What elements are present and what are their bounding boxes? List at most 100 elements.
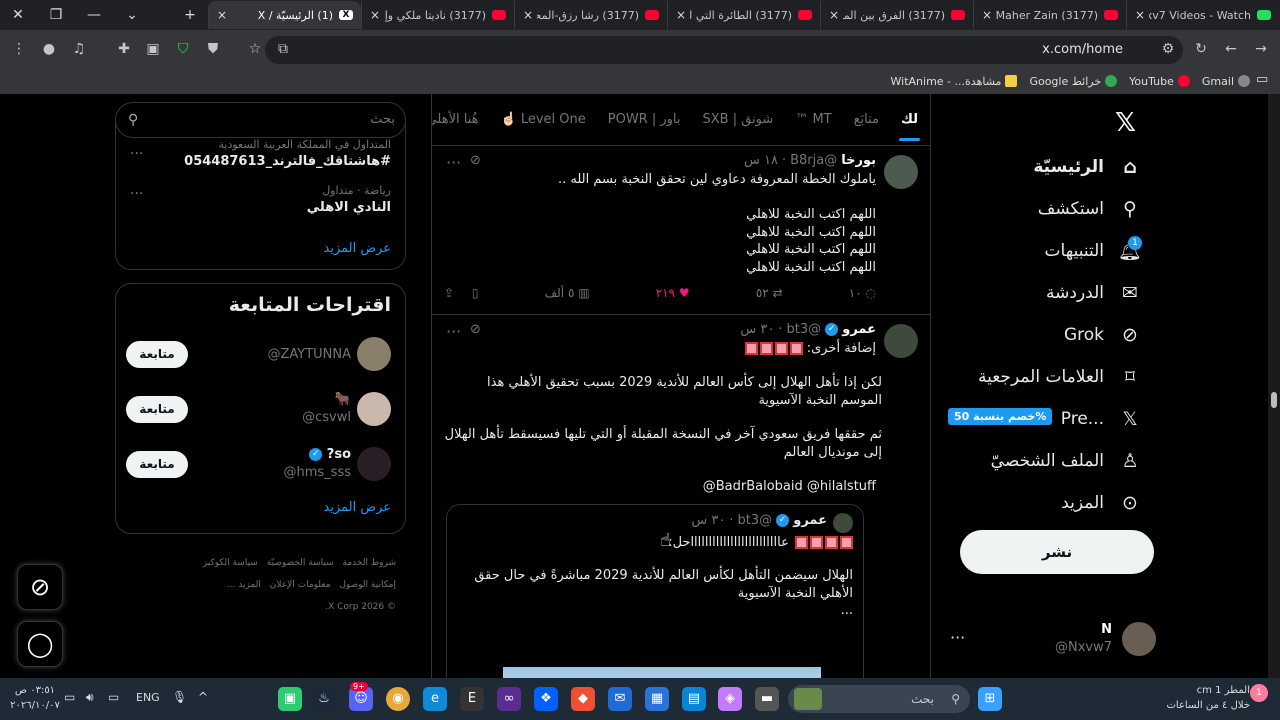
nav-premium[interactable]: 𝕏 ...Pre	[1061, 402, 1142, 436]
more-icon[interactable]: ···	[446, 322, 461, 341]
footer-link[interactable]: سياسة الكوكيز	[203, 558, 258, 568]
bookmark-button[interactable]: ▯ ⇪	[444, 286, 479, 306]
chrome-icon[interactable]: ◉	[386, 687, 410, 711]
tab-list[interactable]: MT ™	[795, 112, 831, 127]
avatar[interactable]	[833, 513, 853, 533]
adblock-icon[interactable]: ⛊	[202, 38, 224, 60]
install-app-icon[interactable]: ⧉	[272, 38, 294, 60]
nav-more[interactable]: ⊙ المزيد	[1061, 486, 1142, 520]
footer-link[interactable]: المزيد ...	[227, 580, 261, 590]
account-switcher[interactable]: N @Nxvw7 ···	[942, 616, 1172, 662]
close-icon[interactable]: ×	[1135, 8, 1145, 22]
tab-list[interactable]: Level One ☝🏻	[501, 112, 586, 127]
taskbar-clock[interactable]: ٠٣:٥١ ص ٢٠٢٦/١٠/٠٧	[10, 683, 60, 713]
show-more-link[interactable]: عرض المزيد	[324, 500, 391, 515]
tab-maher-zain[interactable]: (3177) Maher Zain & ×	[973, 1, 1126, 29]
suggestion-row[interactable]: @ZAYTUNNA متابعة	[126, 337, 391, 377]
footer-link[interactable]: سياسة الخصوصيّة	[267, 558, 334, 568]
close-icon[interactable]: ×	[982, 8, 992, 22]
nav-bookmarks[interactable]: ⌑ العلامات المرجعية	[978, 360, 1142, 394]
omnibox[interactable]: x.com/home	[265, 36, 1183, 64]
steam-icon[interactable]: ♨	[312, 687, 336, 711]
window-restore-button[interactable]: ❐	[38, 0, 74, 30]
scrollbar-thumb[interactable]	[1271, 392, 1277, 408]
avatar[interactable]	[357, 392, 391, 426]
network-icon[interactable]: ▭	[108, 690, 119, 704]
reload-icon[interactable]: ↻	[1190, 38, 1212, 60]
grok-icon[interactable]: ⊘	[470, 322, 481, 337]
git-icon[interactable]: ◆	[571, 687, 595, 711]
post-button[interactable]: نشر	[960, 530, 1154, 574]
store-icon[interactable]: ▦	[645, 687, 669, 711]
taskbar-search[interactable]: بحث ⚲	[788, 685, 970, 713]
author-name[interactable]: عمرو	[842, 322, 876, 337]
bookmark-youtube[interactable]: YouTube	[1129, 75, 1190, 88]
share-icon[interactable]: ⇪	[444, 286, 454, 300]
follow-button[interactable]: متابعة	[126, 451, 188, 478]
suggestion-row[interactable]: so? ✓ @hms_sss متابعة	[126, 447, 391, 487]
tab-youtube-3[interactable]: (3177) الفرق بين الملا ×	[820, 1, 973, 29]
outlook-icon[interactable]: ✉	[608, 687, 632, 711]
tab-list[interactable]: هُنا الأهلي	[432, 112, 479, 127]
copilot-icon[interactable]: ◈	[718, 687, 742, 711]
reply-button[interactable]: ◌ ١٠	[849, 286, 876, 306]
bookmarks-folder-icon[interactable]: ▭	[1256, 72, 1268, 87]
file-explorer-icon[interactable]: ▬	[755, 687, 779, 711]
bookmark-star-icon[interactable]: ☆	[244, 38, 266, 60]
more-icon[interactable]: ···	[446, 153, 461, 172]
author-handle[interactable]: @bt3	[786, 322, 821, 337]
close-icon[interactable]: ×	[676, 8, 686, 22]
epic-games-icon[interactable]: E	[460, 687, 484, 711]
chat-float-icon[interactable]: ◯	[17, 621, 63, 667]
menu-icon[interactable]: ⋮	[8, 38, 30, 60]
xbox-app-icon[interactable]: ▣	[278, 687, 302, 711]
forward-icon[interactable]: ←	[1220, 38, 1242, 60]
extension-icon[interactable]: ▣	[142, 38, 164, 60]
tab-youtube-4[interactable]: (3177) الطائرة التي لم ×	[667, 1, 820, 29]
follow-button[interactable]: متابعة	[126, 341, 188, 368]
premium-discount-badge[interactable]: %خصم بنسبة 50	[948, 408, 1053, 425]
nav-chat[interactable]: ✉ الدردشة	[1046, 276, 1142, 310]
shield-icon[interactable]: ⛉	[172, 38, 194, 60]
nav-grok[interactable]: ⊘ Grok	[1064, 318, 1142, 352]
tab-list[interactable]: باور | POWR	[608, 112, 681, 127]
tweet[interactable]: بورخا@B8rja·١٨ س ··· ⊘ ياملوك الخطة المع…	[432, 147, 930, 315]
photos-icon[interactable]: ▤	[682, 687, 706, 711]
nav-explore[interactable]: ⚲ استكشف	[1038, 192, 1142, 226]
grok-icon[interactable]: ⊘	[470, 153, 481, 168]
grok-float-icon[interactable]: ⊘	[17, 564, 63, 610]
avatar[interactable]	[357, 337, 391, 371]
author-name[interactable]: عمرو	[793, 513, 827, 528]
more-icon[interactable]: ···	[130, 146, 143, 162]
close-icon[interactable]: ×	[370, 8, 380, 22]
nav-home[interactable]: ⌂ الرئيسيّة	[1033, 150, 1142, 184]
follow-button[interactable]: متابعة	[126, 396, 188, 423]
tab-for-you[interactable]: لك	[899, 112, 920, 141]
show-more-link[interactable]: عرض المزيد	[324, 241, 391, 256]
bookmark-witanime[interactable]: مشاهدة... - WitAnime	[891, 75, 1018, 88]
avatar[interactable]	[884, 155, 918, 189]
page-scrollbar[interactable]	[1268, 94, 1280, 678]
author-handle[interactable]: @B8rja	[790, 153, 837, 168]
dropbox-icon[interactable]: ❖	[534, 687, 558, 711]
battery-icon[interactable]: ▭	[64, 690, 75, 704]
edge-icon[interactable]: e	[423, 687, 447, 711]
weather-widget[interactable]: المطر 1 cm خلال ٤ من الساعات	[1150, 683, 1250, 713]
visual-studio-icon[interactable]: ∞	[497, 687, 521, 711]
search-input[interactable]: بحث ⚲	[115, 102, 406, 138]
window-minimize-button[interactable]: —	[76, 0, 112, 30]
nav-profile[interactable]: ♙ الملف الشخصيّ	[991, 444, 1142, 478]
tab-search-button[interactable]: ⌄	[114, 0, 150, 30]
x-logo-icon[interactable]: 𝕏	[1115, 108, 1136, 138]
quote-image[interactable]	[503, 667, 821, 678]
tweet-time[interactable]: ١٨ س	[744, 153, 778, 168]
profile-avatar-icon[interactable]: ●	[38, 38, 60, 60]
bookmark-gmail[interactable]: Gmail	[1202, 75, 1250, 88]
chevron-up-icon[interactable]: ^	[198, 690, 208, 704]
avatar[interactable]	[357, 447, 391, 481]
extensions-icon[interactable]: ✚	[113, 38, 135, 60]
tab-list[interactable]: شونق | SXB	[703, 112, 774, 127]
microphone-icon[interactable]: 🎙︎	[172, 690, 187, 704]
tweet-time[interactable]: ٣٠ س	[740, 322, 774, 337]
close-icon[interactable]: ×	[523, 8, 533, 22]
